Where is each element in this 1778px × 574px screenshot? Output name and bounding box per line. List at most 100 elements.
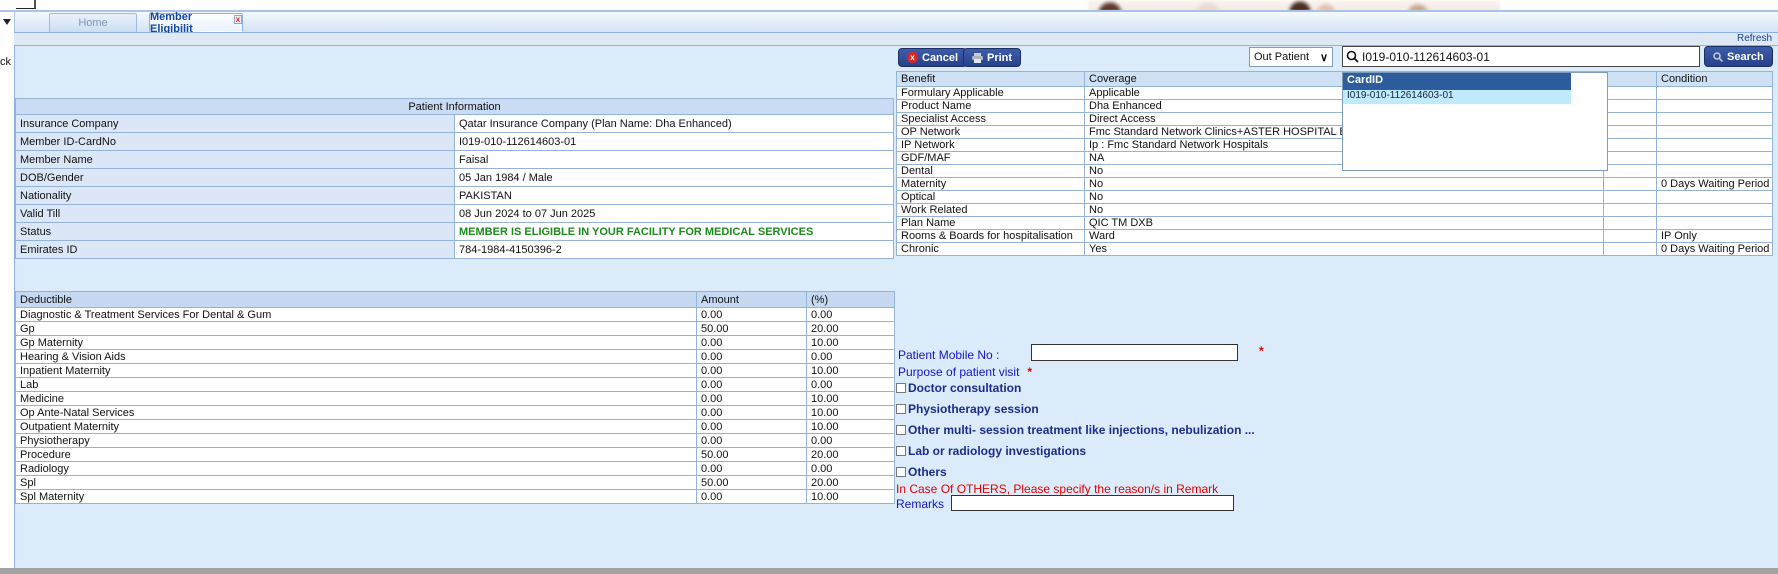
benefit-coverage: QIC TM DXB (1085, 217, 1604, 230)
deductible-amount: 0.00 (697, 434, 807, 448)
deductible-pct: 0.00 (807, 350, 895, 364)
refresh-link[interactable]: Refresh (1737, 33, 1772, 44)
deductible-table: Deductible Amount (%) Diagnostic & Treat… (15, 291, 895, 504)
patient-info-title: Patient Information (16, 99, 894, 115)
benefit-condition (1657, 165, 1773, 178)
purpose-row: Physiotherapy session (896, 401, 1255, 416)
cardid-dropdown: CardID I019-010-112614603-01 (1342, 72, 1608, 171)
deductible-body: Diagnostic & Treatment Services For Dent… (16, 308, 895, 504)
remarks-label: Remarks (896, 497, 944, 511)
search-button-label: Search (1727, 51, 1764, 63)
cardid-dropdown-item[interactable]: I019-010-112614603-01 (1343, 90, 1571, 104)
deductible-row: Hearing & Vision Aids0.000.00 (16, 350, 895, 364)
benefit-name: IP Network (897, 139, 1085, 152)
deductible-header-amount: Amount (697, 292, 807, 308)
deductible-name: Gp (16, 322, 697, 336)
benefit-spacer (1604, 113, 1657, 126)
patient-type-value: Out Patient (1254, 51, 1309, 63)
benefit-spacer (1604, 217, 1657, 230)
bottom-scroll-strip[interactable] (0, 568, 1778, 574)
benefit-row: MaternityNo0 Days Waiting Period (897, 178, 1773, 191)
chevron-down-icon: ∨ (1320, 51, 1328, 64)
benefit-name: Chronic (897, 243, 1085, 256)
purpose-checkbox[interactable] (896, 404, 906, 414)
deductible-pct: 10.00 (807, 392, 895, 406)
patient-info-row: DOB/Gender05 Jan 1984 / Male (16, 169, 894, 187)
deductible-row: Diagnostic & Treatment Services For Dent… (16, 308, 895, 322)
benefit-condition (1657, 152, 1773, 165)
deductible-amount: 0.00 (697, 350, 807, 364)
purpose-checkbox-label: Others (908, 465, 947, 479)
print-button[interactable]: Print (963, 48, 1021, 67)
benefit-body: Formulary ApplicableApplicableProduct Na… (897, 87, 1773, 256)
benefit-row: Specialist AccessDirect Access (897, 113, 1773, 126)
benefit-name: Plan Name (897, 217, 1085, 230)
patient-info-row: Insurance CompanyQatar Insurance Company… (16, 115, 894, 133)
patient-info-row: Valid Till08 Jun 2024 to 07 Jun 2025 (16, 205, 894, 223)
tab-member-eligibility[interactable]: Member Eligibilit x (149, 13, 243, 32)
cancel-button[interactable]: x Cancel (898, 48, 967, 67)
nav-dropdown-arrow-icon[interactable] (3, 19, 11, 25)
deductible-amount: 50.00 (697, 322, 807, 336)
others-note: In Case Of OTHERS, Please specify the re… (896, 482, 1218, 496)
benefit-spacer (1604, 191, 1657, 204)
deductible-pct: 10.00 (807, 364, 895, 378)
remarks-input[interactable] (951, 495, 1234, 511)
main-panel: Patient Information Insurance CompanyQat… (14, 45, 1778, 568)
search-input[interactable]: I019-010-112614603-01 (1342, 46, 1700, 67)
benefit-name: OP Network (897, 126, 1085, 139)
patient-info-value: Qatar Insurance Company (Plan Name: Dha … (455, 115, 894, 133)
deductible-row: Gp50.0020.00 (16, 322, 895, 336)
benefit-coverage: No (1085, 191, 1604, 204)
benefit-name: Rooms & Boards for hospitalisation (897, 230, 1085, 243)
purpose-row: Lab or radiology investigations (896, 443, 1255, 458)
deductible-row: Procedure50.0020.00 (16, 448, 895, 462)
benefit-name: Dental (897, 165, 1085, 178)
benefit-name: Formulary Applicable (897, 87, 1085, 100)
search-button[interactable]: Search (1704, 46, 1773, 67)
purpose-checkbox[interactable] (896, 425, 906, 435)
benefit-spacer (1604, 152, 1657, 165)
deductible-name: Gp Maternity (16, 336, 697, 350)
purpose-checkbox-label: Lab or radiology investigations (908, 444, 1086, 458)
patient-info-body: Patient Information Insurance CompanyQat… (16, 99, 894, 259)
purpose-checkbox[interactable] (896, 446, 906, 456)
mobile-input[interactable] (1031, 344, 1238, 361)
purpose-checkbox[interactable] (896, 383, 906, 393)
benefit-spacer (1604, 139, 1657, 152)
benefit-header-row: Benefit Coverage Condition (897, 72, 1773, 87)
deductible-header-row: Deductible Amount (%) (16, 292, 895, 308)
deductible-name: Spl (16, 476, 697, 490)
benefit-spacer (1604, 178, 1657, 191)
tab-close-icon[interactable]: x (234, 15, 242, 24)
tab-home[interactable]: Home (49, 13, 137, 32)
deductible-name: Medicine (16, 392, 697, 406)
deductible-row: Op Ante-Natal Services0.0010.00 (16, 406, 895, 420)
benefit-condition: 0 Days Waiting Period (1657, 178, 1773, 191)
benefit-name: Maternity (897, 178, 1085, 191)
purpose-label: Purpose of patient visit* (898, 365, 1032, 379)
purpose-checkbox[interactable] (896, 467, 906, 477)
deductible-pct: 10.00 (807, 406, 895, 420)
patient-info-label: Insurance Company (16, 115, 455, 133)
patient-info-value: PAKISTAN (455, 187, 894, 205)
patient-info-title-row: Patient Information (16, 99, 894, 115)
patient-info-label: Valid Till (16, 205, 455, 223)
deductible-amount: 0.00 (697, 378, 807, 392)
deductible-name: Procedure (16, 448, 697, 462)
benefit-row: Formulary ApplicableApplicable (897, 87, 1773, 100)
benefit-spacer (1604, 230, 1657, 243)
deductible-row: Spl50.0020.00 (16, 476, 895, 490)
deductible-amount: 50.00 (697, 476, 807, 490)
deductible-amount: 0.00 (697, 364, 807, 378)
benefit-row: IP NetworkIp : Fmc Standard Network Hosp… (897, 139, 1773, 152)
patient-info-value: 08 Jun 2024 to 07 Jun 2025 (455, 205, 894, 223)
deductible-row: Medicine0.0010.00 (16, 392, 895, 406)
deductible-amount: 0.00 (697, 406, 807, 420)
patient-info-row: Member NameFaisal (16, 151, 894, 169)
purpose-row: Doctor consultation (896, 380, 1255, 395)
patient-type-select[interactable]: Out Patient ∨ (1249, 47, 1333, 67)
benefit-coverage: Yes (1085, 243, 1604, 256)
benefit-condition: IP Only (1657, 230, 1773, 243)
deductible-amount: 0.00 (697, 490, 807, 504)
